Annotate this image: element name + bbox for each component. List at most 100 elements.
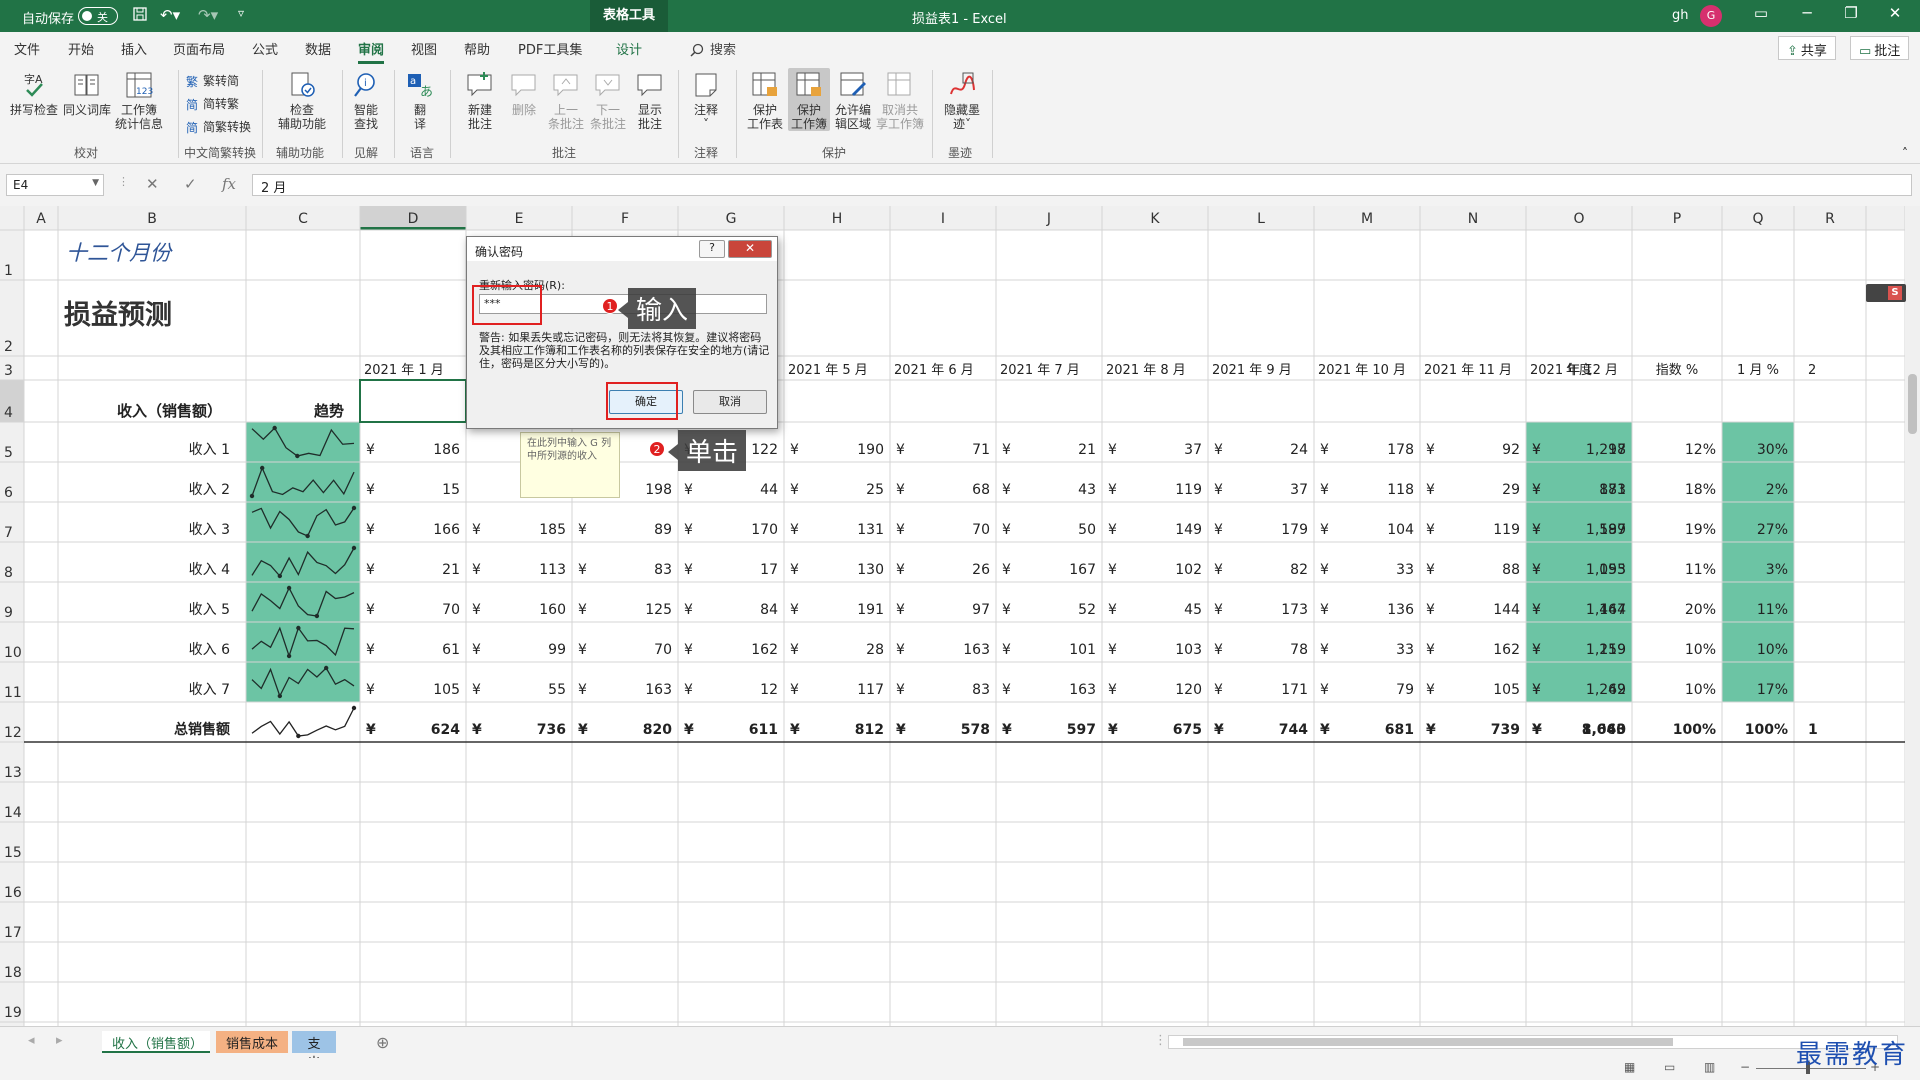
tab-page-layout[interactable]: 页面布局 (173, 39, 225, 58)
tab-help[interactable]: 帮助 (464, 39, 490, 58)
sheet-tab-cost[interactable]: 销售成本 (216, 1031, 288, 1053)
close-button[interactable]: ✕ (1880, 4, 1910, 22)
index-cell: 11% (1685, 562, 1716, 578)
save-icon[interactable] (132, 6, 148, 26)
sheet-tab-income[interactable]: 收入（销售额） (102, 1031, 210, 1053)
workbook-statistics-button[interactable]: 123 工作簿 统计信息 (114, 68, 164, 131)
tab-data[interactable]: 数据 (305, 39, 331, 58)
scroll-left-icon[interactable]: ◂ (18, 1031, 45, 1053)
scroll-thumb[interactable] (1908, 374, 1917, 434)
translate-button[interactable]: aあ翻译 (400, 68, 440, 131)
total-cell: 675 (1173, 722, 1202, 738)
svg-text:字A: 字A (24, 72, 43, 86)
currency-symbol: ¥ (578, 562, 587, 578)
customize-qat-icon[interactable]: ▿ (238, 6, 244, 20)
tab-view[interactable]: 视图 (411, 39, 437, 58)
active-cell[interactable] (359, 379, 467, 423)
simp-to-trad-button[interactable]: 简简转繁 (186, 95, 239, 112)
thesaurus-button[interactable]: 同义词库 (62, 68, 112, 117)
index-cell: 12% (1685, 442, 1716, 458)
addin-icon: S (1888, 286, 1902, 300)
enter-icon[interactable]: ✓ (184, 175, 197, 193)
tab-file[interactable]: 文件 (14, 39, 40, 58)
sparkline-cell[interactable] (246, 662, 360, 702)
sparkline-cell[interactable] (246, 422, 360, 462)
formula-input[interactable]: 2 月 (252, 174, 1912, 196)
protect-sheet-button[interactable]: 保护 工作表 (744, 68, 786, 131)
sparkline-cell[interactable] (246, 582, 360, 622)
minimize-button[interactable]: ─ (1792, 4, 1822, 22)
currency-symbol: ¥ (1108, 642, 1117, 658)
column-header-bar (0, 206, 1905, 230)
floating-toolbar[interactable]: S (1866, 284, 1906, 302)
sparkline-marker (351, 545, 357, 551)
column-header: R (1825, 211, 1835, 227)
value-cell: 71 (972, 442, 990, 458)
avatar[interactable]: G (1700, 5, 1722, 27)
show-comments-button[interactable]: 显示 批注 (630, 68, 670, 131)
next-comment-button[interactable]: 下一 条批注 (588, 68, 628, 131)
statistics-icon: 123 (126, 72, 153, 98)
new-comment-button[interactable]: 新建 批注 (458, 68, 502, 131)
value-cell: 179 (1281, 522, 1308, 538)
page-layout-view-icon[interactable]: ▭ (1664, 1060, 1675, 1074)
close-icon[interactable]: ✕ (728, 240, 772, 258)
delete-comment-button[interactable]: 删除 (504, 68, 544, 117)
maximize-button[interactable]: ❐ (1836, 4, 1866, 22)
undo-icon[interactable]: ↶▾ (160, 6, 180, 24)
cancel-button[interactable]: 取消 (693, 390, 767, 414)
share-button[interactable]: ⇪ 共享 (1778, 36, 1836, 60)
allow-edit-ranges-button[interactable]: 允许编 辑区域 (832, 68, 874, 131)
pct-cell: 30% (1757, 442, 1788, 458)
sparkline (251, 707, 355, 737)
search-box[interactable]: 搜索 (690, 39, 736, 58)
insert-function-icon[interactable]: fx (222, 175, 236, 193)
add-sheet-icon[interactable]: ⊕ (366, 1031, 399, 1053)
toggle-knob (82, 11, 92, 21)
currency-symbol: ¥ (1532, 522, 1541, 538)
cancel-icon[interactable]: ✕ (146, 175, 159, 193)
redo-icon[interactable]: ↷▾ (198, 6, 218, 24)
protect-sheet-icon (752, 72, 777, 96)
name-box[interactable]: E4 ▼ (6, 174, 104, 196)
protect-workbook-button[interactable]: 保护 工作簿 (788, 68, 830, 131)
comments-button[interactable]: ▭ 批注 (1850, 36, 1910, 60)
tab-pdf-tools[interactable]: PDF工具集 (518, 39, 582, 58)
autosave-toggle[interactable]: 关 (78, 7, 118, 25)
value-cell: 61 (442, 642, 460, 658)
page-break-view-icon[interactable]: ▥ (1704, 1060, 1715, 1074)
notes-button[interactable]: 注释 ˅ (686, 68, 726, 131)
ribbon-display-icon[interactable]: ▭ (1746, 4, 1776, 22)
scroll-right-icon[interactable]: ▸ (46, 1031, 73, 1053)
unshare-workbook-button[interactable]: 取消共 享工作簿 (876, 68, 924, 131)
sheet-tab-expense[interactable]: 支出 (292, 1031, 336, 1071)
currency-symbol: ¥ (578, 602, 587, 618)
row-header: 18 (4, 965, 22, 981)
spelling-button[interactable]: 字A 拼写检查 (8, 68, 60, 117)
tab-insert[interactable]: 插入 (121, 39, 147, 58)
check-accessibility-button[interactable]: 检查 辅助功能 (270, 68, 334, 131)
vertical-scrollbar[interactable] (1905, 206, 1920, 1026)
trad-to-simp-button[interactable]: 繁繁转简 (186, 72, 239, 89)
tab-home[interactable]: 开始 (68, 39, 94, 58)
help-icon[interactable]: ? (699, 240, 725, 258)
highlight-input (472, 285, 542, 325)
cell-grid: A B C D E F G H I J K L M N O P Q R1234567891011121314151… (0, 206, 1905, 1026)
currency-symbol: ¥ (790, 722, 800, 738)
hide-ink-button[interactable]: 隐藏墨 迹˅ (940, 68, 984, 131)
currency-symbol: ¥ (790, 602, 799, 618)
tab-design[interactable]: 设计 (616, 39, 642, 58)
zoom-out-icon[interactable]: − (1740, 1060, 1750, 1074)
h-scroll-thumb[interactable] (1183, 1038, 1673, 1046)
tab-formulas[interactable]: 公式 (252, 39, 278, 58)
normal-view-icon[interactable]: ▦ (1624, 1060, 1635, 1074)
previous-comment-button[interactable]: 上一 条批注 (546, 68, 586, 131)
convert-button[interactable]: 简简繁转换 (186, 118, 251, 135)
worksheet-grid[interactable]: A B C D E F G H I J K L M N O P Q R 1 2 3 4 5 6 7 8 9 10 11 12 13 14 15 1… (0, 206, 1905, 1026)
row-header: 16 (4, 885, 22, 901)
smart-lookup-button[interactable]: i 智能 查找 (348, 68, 384, 131)
collapse-ribbon-icon[interactable]: ˄ (1902, 146, 1908, 160)
tab-review[interactable]: 审阅 (358, 39, 385, 64)
horizontal-scrollbar[interactable] (1168, 1035, 1898, 1049)
currency-symbol: ¥ (896, 642, 905, 658)
